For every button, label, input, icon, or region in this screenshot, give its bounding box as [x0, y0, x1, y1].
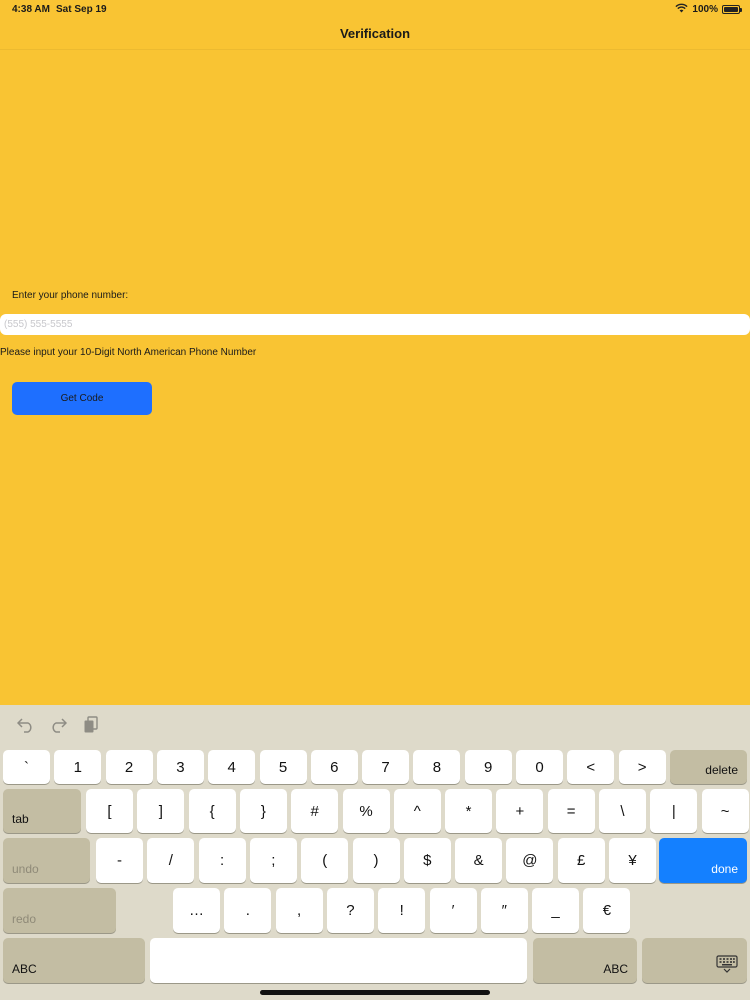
key-tilde[interactable]: ~	[701, 789, 749, 833]
space-bar[interactable]	[150, 938, 527, 983]
get-code-button[interactable]: Get Code	[12, 382, 152, 415]
key-open-brace[interactable]: {	[188, 789, 236, 833]
key-asterisk[interactable]: *	[445, 789, 493, 833]
key-caret[interactable]: ^	[393, 789, 441, 833]
status-date: Sat Sep 19	[56, 4, 107, 15]
key-digit-4[interactable]: 4	[208, 750, 256, 784]
key-period[interactable]: .	[224, 888, 272, 933]
paste-clipboard-icon[interactable]	[81, 715, 101, 735]
abc-key-right[interactable]: ABC	[533, 938, 637, 983]
keyboard-dismiss-icon	[716, 955, 738, 976]
redo-arrow-icon[interactable]	[48, 715, 68, 735]
key-digit-8[interactable]: 8	[413, 750, 461, 784]
key-slash[interactable]: /	[147, 838, 195, 883]
nav-title: Verification	[339, 26, 411, 41]
status-time: 4:38 AM	[12, 4, 50, 15]
key-double-prime[interactable]: ″	[480, 888, 528, 933]
undo-arrow-icon[interactable]	[16, 715, 36, 735]
key-equals[interactable]: =	[547, 789, 595, 833]
key-comma[interactable]: ,	[275, 888, 323, 933]
undo-key[interactable]: undo	[3, 838, 90, 883]
keyboard-toolbar	[0, 705, 750, 745]
phone-label: Enter your phone number:	[12, 290, 129, 301]
key-close-brace[interactable]: }	[239, 789, 287, 833]
nav-divider	[0, 49, 750, 50]
key-percent[interactable]: %	[342, 789, 390, 833]
key-backslash[interactable]: \	[599, 789, 646, 833]
key-plus[interactable]: +	[496, 789, 544, 833]
key-digit-0[interactable]: 0	[516, 750, 563, 784]
key-backtick[interactable]: `	[3, 750, 50, 784]
home-indicator	[260, 990, 490, 995]
key-digit-3[interactable]: 3	[156, 750, 204, 784]
redo-key[interactable]: redo	[3, 888, 116, 933]
battery-percent: 100%	[692, 4, 718, 15]
key-digit-7[interactable]: 7	[362, 750, 410, 784]
tab-key[interactable]: tab	[3, 789, 81, 833]
key-greater-than[interactable]: >	[618, 750, 666, 784]
battery-icon	[722, 5, 742, 14]
delete-key[interactable]: delete	[670, 750, 747, 784]
key-open-bracket[interactable]: [	[86, 789, 133, 833]
key-digit-2[interactable]: 2	[105, 750, 153, 784]
phone-hint: Please input your 10-Digit North America…	[0, 347, 257, 358]
key-ellipsis[interactable]: …	[173, 888, 220, 933]
status-indicators: 100%	[675, 3, 742, 16]
key-dollar[interactable]: $	[403, 838, 451, 883]
key-less-than[interactable]: <	[567, 750, 615, 784]
battery-fill	[724, 7, 738, 12]
key-question[interactable]: ?	[326, 888, 374, 933]
key-pipe[interactable]: |	[650, 789, 698, 833]
key-hyphen[interactable]: -	[96, 838, 143, 883]
key-digit-6[interactable]: 6	[310, 750, 358, 784]
key-underscore[interactable]: _	[532, 888, 580, 933]
key-open-paren[interactable]: (	[301, 838, 349, 883]
done-key[interactable]: done	[659, 838, 747, 883]
key-prime[interactable]: ′	[429, 888, 477, 933]
wifi-icon	[675, 3, 689, 16]
abc-key-left[interactable]: ABC	[3, 938, 145, 983]
keyboard-dismiss-key[interactable]	[642, 938, 747, 983]
key-at[interactable]: @	[506, 838, 554, 883]
key-ampersand[interactable]: &	[455, 838, 503, 883]
key-digit-1[interactable]: 1	[54, 750, 102, 784]
key-exclamation[interactable]: !	[378, 888, 426, 933]
key-pound[interactable]: £	[557, 838, 605, 883]
key-digit-9[interactable]: 9	[464, 750, 512, 784]
key-colon[interactable]: :	[198, 838, 246, 883]
key-euro[interactable]: €	[583, 888, 631, 933]
key-close-bracket[interactable]: ]	[137, 789, 185, 833]
phone-input[interactable]	[0, 314, 750, 335]
key-hash[interactable]: #	[291, 789, 339, 833]
key-digit-5[interactable]: 5	[259, 750, 307, 784]
key-yen[interactable]: ¥	[609, 838, 656, 883]
key-close-paren[interactable]: )	[352, 838, 400, 883]
key-semicolon[interactable]: ;	[249, 838, 297, 883]
